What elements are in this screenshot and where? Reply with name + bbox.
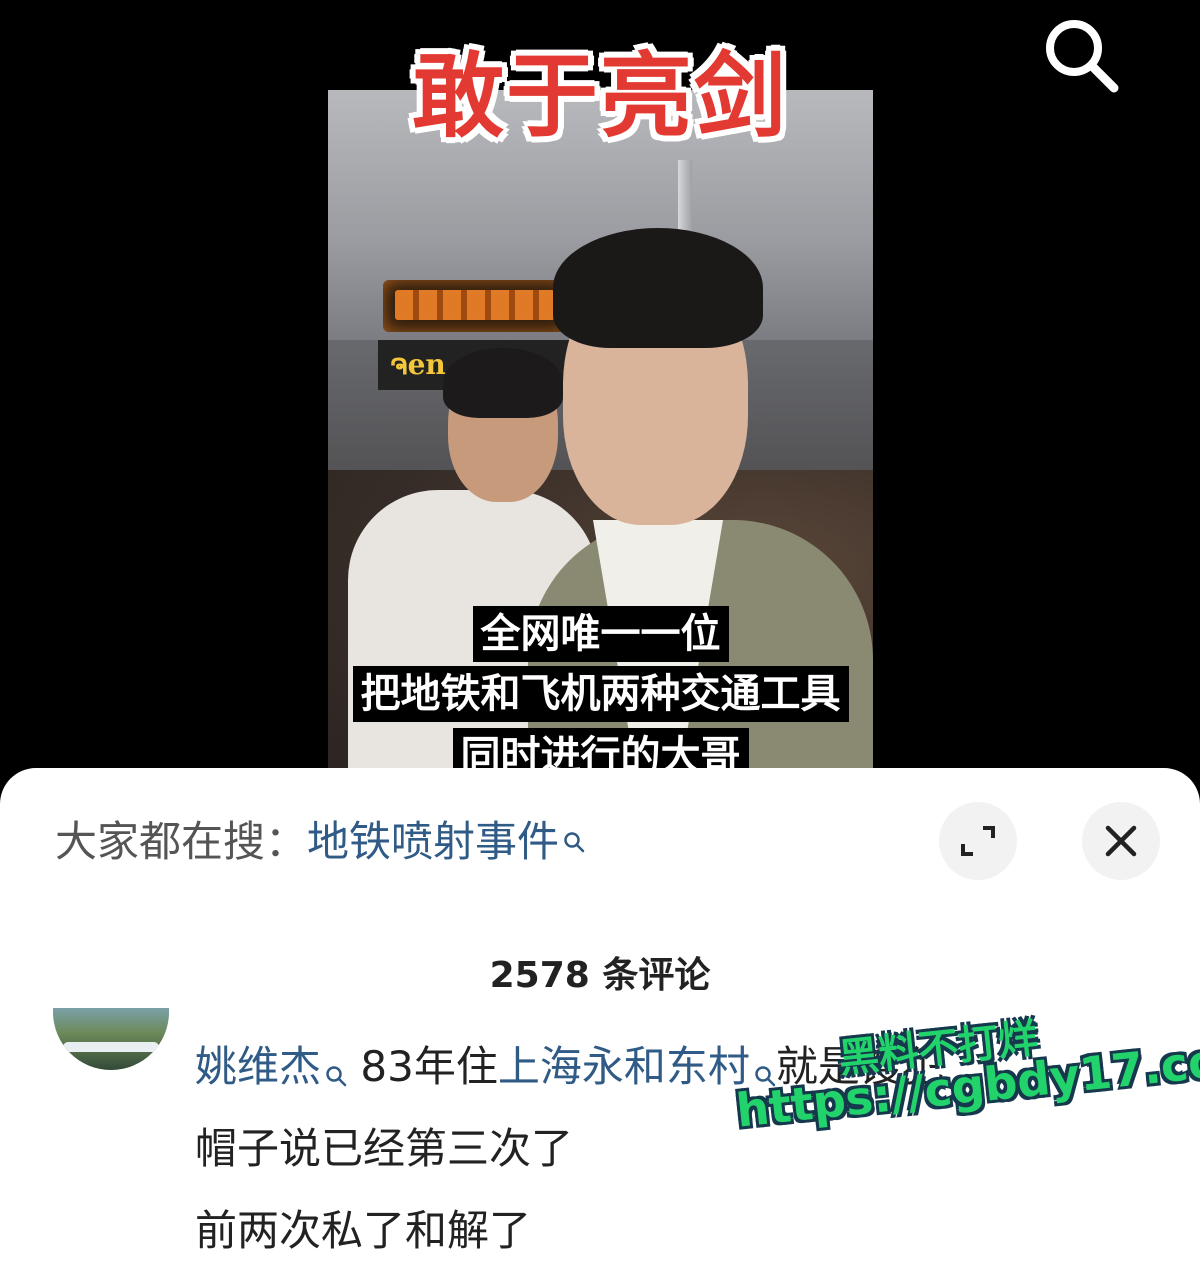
avatar-image-detail xyxy=(63,1042,159,1052)
comment-count: 2578 条评论 xyxy=(489,955,711,996)
close-button[interactable] xyxy=(1082,802,1160,880)
caption-line-2: 把地铁和飞机两种交通工具 xyxy=(328,666,873,722)
video-player[interactable]: ຈen 敢于亮剑 全网唯一一位 把地铁和飞机两种交通工具 同时进行的大哥 xyxy=(0,0,1200,800)
trending-search: 大家都在搜：地铁喷射事件 xyxy=(55,808,585,869)
passenger-hair xyxy=(443,348,563,418)
entity-text: 上海永和东村 xyxy=(497,1042,750,1091)
expand-icon xyxy=(961,826,995,856)
trending-search-label: 大家都在搜： xyxy=(55,817,308,866)
comment-author[interactable]: 姚维杰 xyxy=(195,1042,347,1091)
trending-search-link[interactable]: 地铁喷射事件 xyxy=(307,817,585,866)
direction-sign-text: ຈen xyxy=(390,348,446,381)
expand-button[interactable] xyxy=(939,802,1017,880)
search-button[interactable] xyxy=(1040,14,1124,98)
search-icon xyxy=(1046,20,1119,93)
led-glow xyxy=(395,290,555,320)
caption-text-1: 全网唯一一位 xyxy=(472,606,729,662)
author-search-icon xyxy=(325,1032,347,1087)
trending-search-term: 地铁喷射事件 xyxy=(307,817,560,866)
comment-line-2: 帽子说已经第三次了 xyxy=(195,1124,574,1173)
entity-search-icon xyxy=(754,1032,776,1087)
man-hair xyxy=(553,228,763,348)
video-headline: 敢于亮剑 xyxy=(411,43,788,150)
author-name: 姚维杰 xyxy=(195,1042,322,1091)
comment-line-3: 前两次私了和解了 xyxy=(195,1206,532,1255)
comment-sheet: 大家都在搜：地铁喷射事件 2578 条评论 姚维杰 83年住上海永和东村 就是馊犯… xyxy=(0,768,1200,1279)
caption-line-1: 全网唯一一位 xyxy=(328,606,873,662)
close-icon xyxy=(1105,825,1137,857)
avatar[interactable] xyxy=(53,1008,169,1070)
comment-text-a: 83年住 xyxy=(360,1042,498,1091)
caption-text-2: 把地铁和飞机两种交通工具 xyxy=(352,666,849,722)
small-search-icon xyxy=(563,814,585,853)
led-display xyxy=(383,280,568,332)
